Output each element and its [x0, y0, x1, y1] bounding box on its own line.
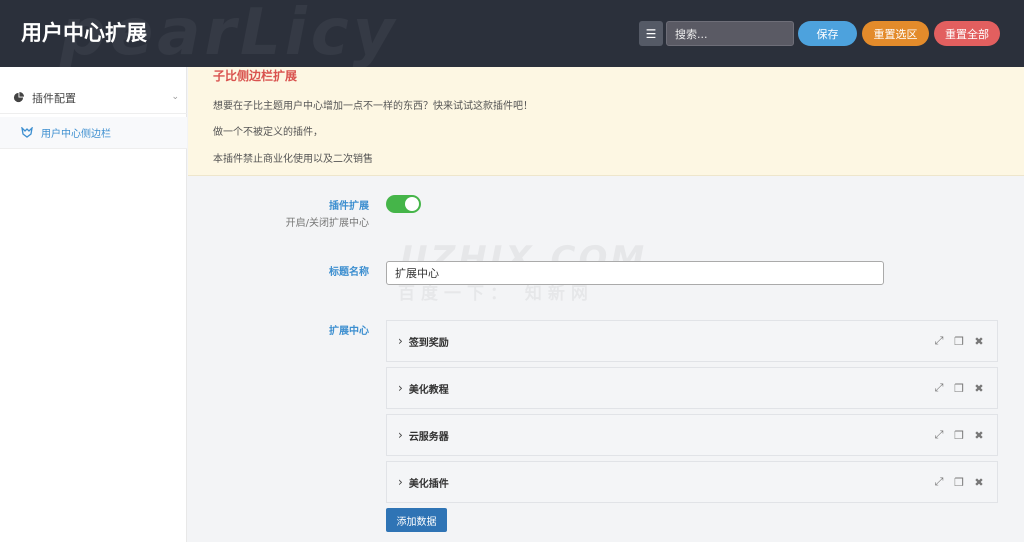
notice-line: 做一个不被定义的插件，: [213, 127, 323, 138]
notice-line: 想要在子比主题用户中心增加一点不一样的东西？快来试试这款插件吧！: [213, 101, 533, 112]
close-icon[interactable]: ✖: [973, 335, 985, 348]
close-icon[interactable]: ✖: [973, 429, 985, 442]
menu-toggle-button[interactable]: ☰: [639, 21, 663, 46]
pie-chart-icon: [13, 92, 24, 103]
group-actions: ⤢ ❐ ✖: [933, 334, 985, 348]
expand-icon[interactable]: ⤢: [933, 475, 945, 488]
close-icon[interactable]: ✖: [973, 476, 985, 489]
chevron-right-icon: ›: [398, 428, 403, 442]
page-title: 用户中心扩展: [21, 21, 147, 45]
expand-icon[interactable]: ⤢: [933, 334, 945, 347]
reset-all-button[interactable]: 重置全部: [934, 21, 1000, 46]
chevron-right-icon: ›: [398, 381, 403, 395]
sidebar-item-plugin-config[interactable]: 插件配置 ⌄: [0, 82, 187, 114]
group-item-sign-in-rewards[interactable]: › 签到奖励 ⤢ ❐ ✖: [386, 320, 998, 362]
expand-icon[interactable]: ⤢: [933, 381, 945, 394]
copy-icon[interactable]: ❐: [953, 476, 965, 489]
group-item-label: 云服务器: [408, 431, 449, 443]
extension-toggle[interactable]: [386, 195, 421, 213]
title-name-input[interactable]: 扩展中心: [386, 261, 884, 285]
copy-icon[interactable]: ❐: [953, 335, 965, 348]
wolf-logo-icon: [21, 127, 33, 138]
close-icon[interactable]: ✖: [973, 382, 985, 395]
group-actions: ⤢ ❐ ✖: [933, 428, 985, 442]
group-item-label: 美化教程: [408, 384, 449, 396]
group-item-label: 签到奖励: [408, 337, 449, 349]
title-name-label: 标题名称: [329, 267, 369, 278]
group-item-beautify-tutorial[interactable]: › 美化教程 ⤢ ❐ ✖: [386, 367, 998, 409]
sidebar-item-label: 用户中心侧边栏: [41, 129, 111, 140]
notice-line: 本插件禁止商业化使用以及二次销售: [213, 154, 373, 165]
reset-section-button[interactable]: 重置选区: [862, 21, 929, 46]
save-button[interactable]: 保存: [798, 21, 857, 46]
sidebar-item-user-center-sidebar[interactable]: 用户中心侧边栏: [0, 117, 187, 149]
copy-icon[interactable]: ❐: [953, 382, 965, 395]
list-icon: ☰: [645, 26, 657, 41]
main-content: 子比侧边栏扩展 想要在子比主题用户中心增加一点不一样的东西？快来试试这款插件吧！…: [188, 67, 1024, 542]
chevron-down-icon: ⌄: [171, 92, 179, 102]
top-bar: pearLicy 用户中心扩展 ☰ 搜索... 保存 重置选区 重置全部: [0, 0, 1024, 67]
extension-sublabel: 开启/关闭扩展中心: [285, 218, 369, 229]
chevron-right-icon: ›: [398, 334, 403, 348]
sidebar-item-label: 插件配置: [32, 91, 76, 105]
group-actions: ⤢ ❐ ✖: [933, 381, 985, 395]
notice-title: 子比侧边栏扩展: [213, 69, 298, 83]
sidebar: 插件配置 ⌄ 用户中心侧边栏: [0, 67, 187, 542]
toggle-knob: [405, 197, 419, 211]
add-data-button[interactable]: 添加数据: [386, 508, 447, 532]
group-item-cloud-server[interactable]: › 云服务器 ⤢ ❐ ✖: [386, 414, 998, 456]
extension-center-label: 扩展中心: [329, 326, 369, 337]
chevron-right-icon: ›: [398, 475, 403, 489]
copy-icon[interactable]: ❐: [953, 429, 965, 442]
group-item-label: 美化插件: [408, 478, 449, 490]
group-item-beautify-plugin[interactable]: › 美化插件 ⤢ ❐ ✖: [386, 461, 998, 503]
expand-icon[interactable]: ⤢: [933, 428, 945, 441]
search-input[interactable]: 搜索...: [666, 21, 794, 46]
group-actions: ⤢ ❐ ✖: [933, 475, 985, 489]
extension-label: 插件扩展: [329, 201, 369, 212]
notice-panel: 子比侧边栏扩展 想要在子比主题用户中心增加一点不一样的东西？快来试试这款插件吧！…: [188, 67, 1024, 176]
